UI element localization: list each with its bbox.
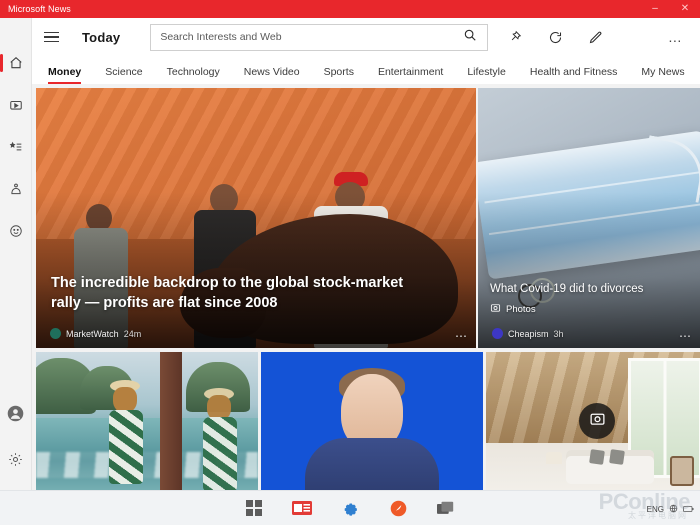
photos-camera-badge[interactable] <box>579 403 615 439</box>
left-navigation-rail <box>0 18 32 490</box>
app-header: Today Search Interests and Web … <box>32 18 700 56</box>
refresh-icon[interactable] <box>544 26 566 48</box>
feedback-smiley-icon <box>9 224 23 238</box>
feed-row-1: The incredible backdrop to the global st… <box>36 88 700 348</box>
hero-timestamp: 24m <box>123 328 142 339</box>
tab-money[interactable]: Money <box>48 66 82 84</box>
tab-health-and-fitness[interactable]: Health and Fitness <box>530 66 618 84</box>
settings-gear-icon[interactable] <box>1 448 31 470</box>
card-travel[interactable] <box>36 352 258 490</box>
camera-icon <box>589 410 606 432</box>
covid-divorces-card[interactable]: What Covid-19 did to divorces Photos Che… <box>478 88 700 348</box>
tab-lifestyle[interactable]: Lifestyle <box>467 66 506 84</box>
hero-byline: MarketWatch 24m <box>50 328 141 339</box>
pin-icon[interactable] <box>504 26 526 48</box>
tray-row: ENG <box>647 500 694 518</box>
hero-article-card[interactable]: The incredible backdrop to the global st… <box>36 88 476 348</box>
tab-sports[interactable]: Sports <box>324 66 354 84</box>
source-logo-icon <box>492 328 503 339</box>
windows-start-icon[interactable] <box>243 497 265 519</box>
feed-row-2 <box>36 352 700 490</box>
settings-app-icon[interactable] <box>339 497 361 519</box>
portrait-image <box>261 352 483 490</box>
system-tray: ENG <box>647 491 694 525</box>
photos-badge: Photos <box>490 302 536 316</box>
edit-pencil-icon[interactable] <box>584 26 606 48</box>
task-view-icon[interactable] <box>435 497 457 519</box>
minimize-button[interactable]: – <box>640 0 670 18</box>
hero-more-button[interactable]: ⋯ <box>455 330 468 342</box>
rail-top-group <box>0 52 31 242</box>
news-feed: The incredible backdrop to the global st… <box>32 84 700 490</box>
close-button[interactable]: ✕ <box>670 0 700 18</box>
source-logo-icon <box>50 328 61 339</box>
search-icon <box>463 28 477 47</box>
tab-science[interactable]: Science <box>105 66 142 84</box>
more-options-icon[interactable]: … <box>664 26 686 48</box>
hamburger-menu-icon[interactable] <box>34 20 68 54</box>
video-icon <box>9 98 23 112</box>
sidebar-item-video[interactable] <box>1 94 31 116</box>
notifications-icon <box>9 182 23 196</box>
sidebar-item-feedback[interactable] <box>1 220 31 242</box>
browser-app-icon[interactable] <box>387 497 409 519</box>
header-tools: … <box>504 26 686 48</box>
interests-icon <box>8 140 23 154</box>
side-byline: Cheapism 3h <box>492 328 564 339</box>
search-box[interactable] <box>150 23 489 51</box>
windows-taskbar: ENG <box>0 490 700 525</box>
side-timestamp: 3h <box>553 328 564 339</box>
hero-source: MarketWatch <box>66 328 119 339</box>
tab-entertainment[interactable]: Entertainment <box>378 66 443 84</box>
side-headline: What Covid-19 did to divorces <box>490 283 644 296</box>
camera-icon <box>490 302 501 316</box>
news-app-icon[interactable] <box>291 497 313 519</box>
news-app-window: Microsoft News – ✕ Today Search Interest… <box>0 0 700 525</box>
account-avatar[interactable] <box>1 402 31 424</box>
sidebar-item-notifications[interactable] <box>1 178 31 200</box>
window-controls: – ✕ <box>640 0 700 18</box>
side-source: Cheapism <box>508 328 549 339</box>
network-icon[interactable] <box>669 500 678 518</box>
side-more-button[interactable]: ⋯ <box>679 330 692 342</box>
sidebar-item-interests[interactable] <box>1 136 31 158</box>
search-input[interactable] <box>151 31 454 43</box>
card-portrait[interactable] <box>261 352 483 490</box>
rail-bottom-group <box>1 402 31 470</box>
category-tabs: Money Science Technology News Video Spor… <box>32 56 700 84</box>
dark-mode-moon-icon[interactable] <box>624 26 646 48</box>
hero-headline: The incredible backdrop to the global st… <box>51 274 404 312</box>
title-bar: Microsoft News – ✕ <box>0 0 700 18</box>
sidebar-item-home[interactable] <box>0 52 31 74</box>
travel-image <box>36 352 258 490</box>
home-icon <box>9 56 23 70</box>
taskbar-icons <box>243 497 457 519</box>
battery-icon[interactable] <box>683 500 694 518</box>
tab-my-news[interactable]: My News <box>641 66 684 84</box>
tab-technology[interactable]: Technology <box>167 66 220 84</box>
search-button[interactable] <box>453 25 487 50</box>
page-title: Today <box>82 29 121 45</box>
card-interior[interactable] <box>486 352 700 490</box>
photos-label: Photos <box>506 303 536 315</box>
tab-news-video[interactable]: News Video <box>244 66 300 84</box>
window-title: Microsoft News <box>8 4 71 14</box>
tray-language[interactable]: ENG <box>647 505 664 514</box>
